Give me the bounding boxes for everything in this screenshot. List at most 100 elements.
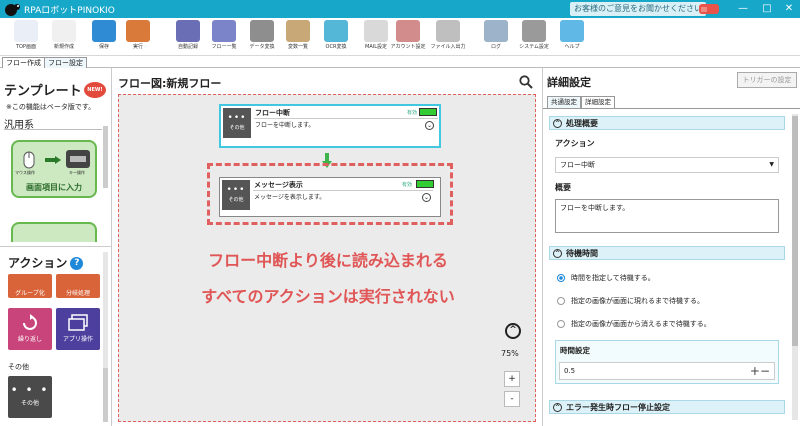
save-icon <box>92 20 116 42</box>
toolbar-button-log[interactable]: ログ <box>476 20 516 54</box>
flow-node[interactable]: ••• その他 フロー中断 有効 フローを中断します。 ⌄ <box>219 104 441 148</box>
node-title: フロー中断 <box>255 109 290 117</box>
trigger-settings-button[interactable]: トリガーの設定 <box>737 72 797 88</box>
collapse-icon[interactable]: ^ <box>553 119 562 128</box>
thumbs-down-icon[interactable] <box>698 2 720 16</box>
template-scrollbar[interactable] <box>103 126 108 188</box>
dots-icon: • • • <box>10 383 50 397</box>
zoom-out-button[interactable]: - <box>504 391 520 407</box>
node-desc: メッセージを表示します。 <box>254 194 326 201</box>
toolbar-label: アカウント設定 <box>390 44 426 50</box>
flow-panel: フロー図:新規フロー ••• その他 フロー中断 有効 フローを中断します。 ⌄ … <box>112 68 542 426</box>
toolbar-button-file-io[interactable]: ファイル入出力 <box>428 20 468 54</box>
app-title: RPAロボットPINOKIO <box>24 6 115 16</box>
toolbar-button-ocr[interactable]: OCR変換 <box>316 20 356 54</box>
action-app[interactable]: アプリ操作 <box>56 308 100 350</box>
template-card-input[interactable]: マウス操作 キー操作 画面項目に入力 <box>11 140 97 198</box>
summary-textarea[interactable]: フローを中断します。 <box>555 199 779 233</box>
toolbar-button-variables[interactable]: 変数一覧 <box>278 20 318 54</box>
actions-scrollbar[interactable] <box>103 368 108 422</box>
toolbar-button-account[interactable]: アカウント設定 <box>388 20 428 54</box>
data-convert-icon <box>250 20 274 42</box>
detail-scrollbar[interactable] <box>792 116 798 346</box>
action-other-label: その他 <box>20 400 39 407</box>
node-enabled-label: 有効 <box>402 182 413 188</box>
flow-list-icon <box>212 20 236 42</box>
tab-detail-settings[interactable]: 詳細設定 <box>581 96 615 108</box>
panel-divider <box>0 246 111 247</box>
flow-title: フロー図:新規フロー <box>118 77 222 90</box>
tab-flow-create[interactable]: フロー作成 <box>2 57 45 68</box>
toolbar-button-new-file[interactable]: 新規作成 <box>44 20 84 54</box>
radio-wait-image-appear[interactable]: 指定の画像が画面に現れるまで待機する。 <box>557 296 704 306</box>
beta-note: ※この機能はベータ版です。 <box>6 103 96 111</box>
zoom-up-icon[interactable]: ^ <box>505 323 521 339</box>
toolbar-button-run[interactable]: 実行 <box>118 20 158 54</box>
tab-underline <box>543 108 800 109</box>
search-icon[interactable] <box>519 75 533 89</box>
toolbar-label: 実行 <box>132 44 143 50</box>
log-icon <box>484 20 508 42</box>
system-settings-icon <box>522 20 546 42</box>
stepper-buttons[interactable]: +− <box>750 363 770 379</box>
action-group[interactable]: グループ化 <box>8 274 52 298</box>
expand-icon[interactable]: ⌄ <box>422 193 431 202</box>
action-other[interactable]: • • • その他 <box>8 376 52 418</box>
expand-icon[interactable]: ⌄ <box>425 121 434 130</box>
account-icon <box>396 20 420 42</box>
toolbar-label: OCR変換 <box>325 44 347 50</box>
help-icon[interactable]: ? <box>70 257 84 270</box>
record-icon <box>176 20 200 42</box>
tab-flow-settings[interactable]: フロー設定 <box>44 57 87 68</box>
maximize-button[interactable]: □ <box>760 2 774 16</box>
collapse-icon[interactable]: ^ <box>553 249 562 258</box>
node-toggle[interactable] <box>416 180 434 188</box>
node-desc: フローを中断します。 <box>255 122 315 129</box>
dropdown-arrow-icon: ▼ <box>769 161 774 168</box>
toolbar-button-top-screen[interactable]: TOP画面 <box>6 20 46 54</box>
detail-title: 詳細設定 <box>547 76 591 89</box>
minimize-button[interactable]: — <box>736 2 750 16</box>
close-button[interactable]: ✕ <box>782 2 796 16</box>
template-card-partial[interactable] <box>11 222 97 242</box>
section-error-stop[interactable]: ^ エラー発生時フロー停止設定 <box>549 400 785 414</box>
toolbar-button-data-convert[interactable]: データ変換 <box>242 20 282 54</box>
mouse-icon <box>23 151 35 169</box>
mail-icon <box>364 20 388 42</box>
toolbar-label: フロー一覧 <box>211 44 237 50</box>
time-setting-label: 時間設定 <box>560 346 590 355</box>
zoom-in-button[interactable]: + <box>504 371 520 387</box>
action-loop[interactable]: 繰り返し <box>8 308 52 350</box>
other-label: その他 <box>8 363 29 371</box>
toolbar-button-help[interactable]: ヘルプ <box>552 20 592 54</box>
tab-common-settings[interactable]: 共通設定 <box>547 96 581 108</box>
toolbar-label: 自動記録 <box>177 44 198 50</box>
section-overview[interactable]: ^ 処理概要 <box>549 116 785 130</box>
feedback-link[interactable]: お客様のご意見をお聞かせください <box>570 2 706 16</box>
mouse-label: マウス操作 <box>15 170 35 175</box>
node-enabled-label: 有効 <box>407 110 418 116</box>
divider <box>4 129 102 130</box>
toolbar-button-flow-list[interactable]: フロー一覧 <box>204 20 244 54</box>
collapse-icon[interactable]: ^ <box>553 403 562 412</box>
node-title: メッセージ表示 <box>254 181 303 189</box>
toolbar-button-record[interactable]: 自動記録 <box>168 20 208 54</box>
time-input[interactable]: 0.5 +− <box>559 362 775 380</box>
dots-icon: ••• <box>226 185 246 195</box>
flow-node[interactable]: ••• その他 メッセージ表示 有効 メッセージを表示します。 ⌄ <box>219 177 441 217</box>
keyboard-icon <box>66 150 90 168</box>
action-branch[interactable]: 分岐処理 <box>56 274 100 298</box>
radio-specify-time[interactable]: 時間を指定して待機する。 <box>557 273 655 283</box>
toolbar-label: ファイル入出力 <box>430 44 466 50</box>
toolbar-label: ログ <box>490 44 501 50</box>
action-select[interactable]: フロー中断 ▼ <box>555 157 779 173</box>
toolbar-button-system-settings[interactable]: システム設定 <box>514 20 554 54</box>
title-bar: RPAロボットPINOKIO お客様のご意見をお聞かせください — □ ✕ <box>0 0 800 18</box>
node-toggle[interactable] <box>419 108 437 116</box>
flow-canvas[interactable]: ••• その他 フロー中断 有効 フローを中断します。 ⌄ ••• その他 メッセー… <box>118 94 536 422</box>
ocr-icon <box>324 20 348 42</box>
radio-wait-image-disappear[interactable]: 指定の画像が画面から消えるまで待機する。 <box>557 319 711 329</box>
file-io-icon <box>436 20 460 42</box>
section-wait-time[interactable]: ^ 待機時間 <box>549 246 785 260</box>
toolbar-label: システム設定 <box>519 44 549 50</box>
